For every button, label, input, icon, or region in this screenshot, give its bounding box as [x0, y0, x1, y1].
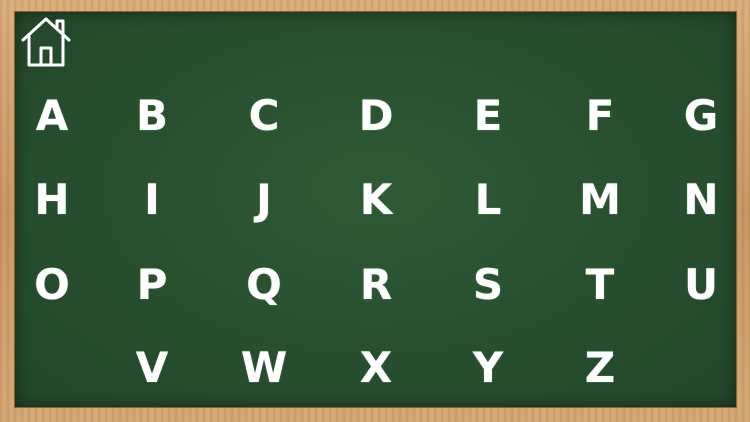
letter-button-o[interactable]: O [22, 257, 82, 313]
letter-button-w[interactable]: W [234, 340, 294, 396]
letter-button-s[interactable]: S [458, 257, 518, 313]
letter-button-h[interactable]: H [22, 172, 82, 228]
letter-button-u[interactable]: U [671, 257, 731, 313]
letter-button-m[interactable]: M [570, 172, 630, 228]
letter-button-v[interactable]: V [122, 340, 182, 396]
letter-button-y[interactable]: Y [458, 340, 518, 396]
letter-button-g[interactable]: G [671, 88, 731, 144]
letter-button-p[interactable]: P [122, 257, 182, 313]
letter-button-n[interactable]: N [671, 172, 731, 228]
letter-button-b[interactable]: B [122, 88, 182, 144]
letter-button-q[interactable]: Q [234, 257, 294, 313]
letter-button-r[interactable]: R [346, 257, 406, 313]
home-button[interactable] [19, 15, 73, 69]
house-icon [21, 17, 71, 67]
letter-button-a[interactable]: A [22, 88, 82, 144]
letter-button-l[interactable]: L [458, 172, 518, 228]
chalkboard: ABCDEFG HIJKLMN OPQRSTU VWXYZ [15, 12, 736, 407]
letter-button-x[interactable]: X [346, 340, 406, 396]
letter-button-z[interactable]: Z [570, 340, 630, 396]
letter-button-i[interactable]: I [122, 172, 182, 228]
letter-button-c[interactable]: C [234, 88, 294, 144]
letter-button-t[interactable]: T [570, 257, 630, 313]
letter-button-f[interactable]: F [570, 88, 630, 144]
letter-button-d[interactable]: D [346, 88, 406, 144]
letter-button-j[interactable]: J [234, 172, 294, 228]
letter-button-e[interactable]: E [458, 88, 518, 144]
wooden-frame: ABCDEFG HIJKLMN OPQRSTU VWXYZ [0, 0, 750, 422]
letter-button-k[interactable]: K [346, 172, 406, 228]
